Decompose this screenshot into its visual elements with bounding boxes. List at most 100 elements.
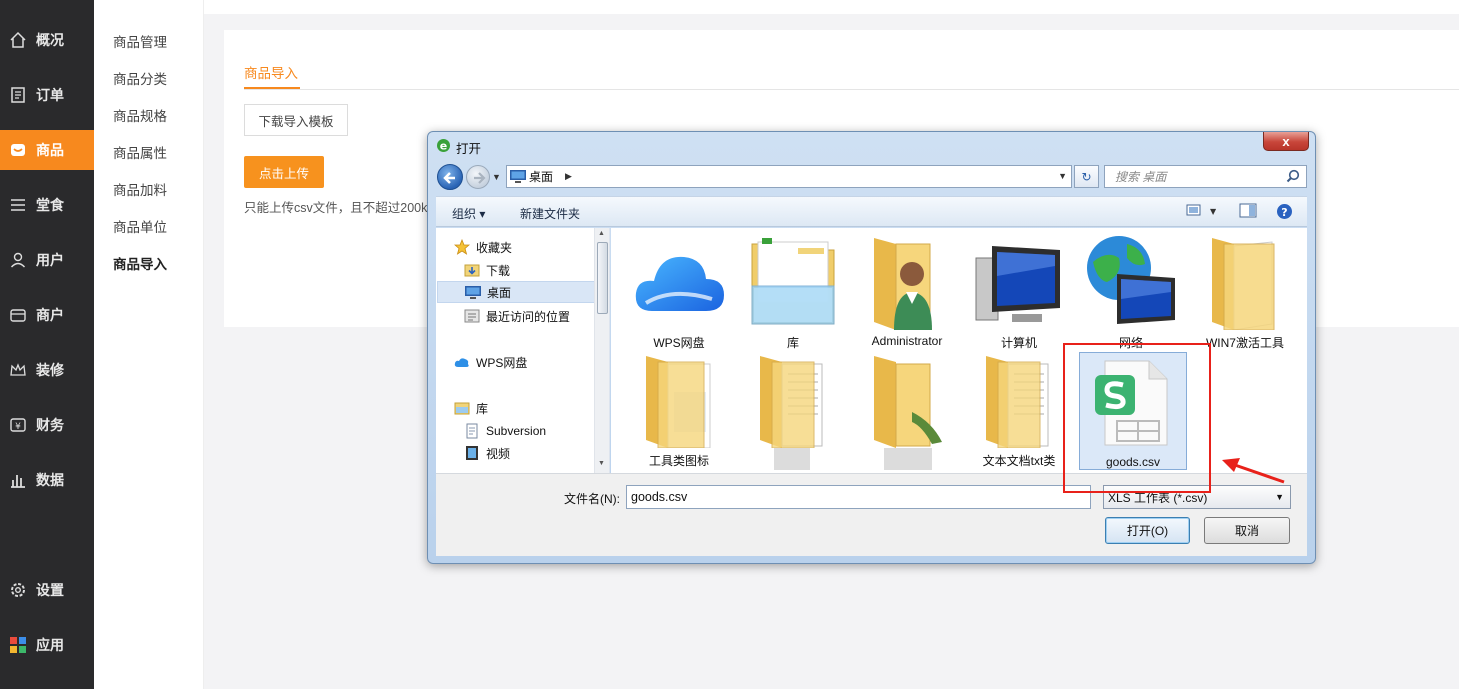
scrollbar-thumb[interactable] — [597, 242, 608, 314]
ie-icon: e — [436, 138, 451, 153]
svg-text:?: ? — [1281, 206, 1287, 219]
close-button[interactable]: x — [1263, 132, 1309, 151]
file-item[interactable]: 库 — [739, 232, 847, 351]
file-item[interactable]: WIN7激活工具 — [1191, 232, 1299, 351]
file-item[interactable]: 计算机 — [965, 232, 1073, 351]
sidebar-item-finance[interactable]: ¥ 财务 — [0, 405, 94, 445]
nav-scrollbar[interactable]: ▲ ▼ — [594, 228, 609, 473]
nav-item-desktop[interactable]: 桌面 — [437, 281, 595, 303]
file-item[interactable] — [853, 350, 961, 452]
user-folder-icon — [857, 232, 957, 332]
nav-item-favorites[interactable]: 收藏夹 — [454, 236, 609, 258]
folder-icon — [969, 350, 1069, 450]
subnav-item-goods-import[interactable]: 商品导入 — [113, 253, 167, 273]
subnav-item-goods-management[interactable]: 商品管理 — [113, 31, 167, 51]
svg-text:e: e — [440, 140, 447, 153]
sidebar-item-users[interactable]: 用户 — [0, 240, 94, 280]
cancel-button[interactable]: 取消 — [1204, 517, 1290, 544]
nav-item-subversion[interactable]: Subversion — [464, 420, 609, 442]
open-button[interactable]: 打开(O) — [1105, 517, 1190, 544]
nav-item-wps-cloud[interactable]: WPS网盘 — [454, 351, 609, 373]
redacted-label — [774, 448, 810, 470]
folder-icon — [857, 350, 957, 450]
new-folder-button[interactable]: 新建文件夹 — [520, 205, 580, 222]
file-item[interactable]: 工具类图标 — [625, 350, 733, 469]
nav-item-videos[interactable]: 视频 — [464, 442, 609, 464]
file-item[interactable] — [739, 350, 847, 452]
history-dropdown-icon[interactable]: ▼ — [492, 172, 501, 182]
highlight-box — [1063, 343, 1211, 493]
organize-button[interactable]: 组织 ▾ — [452, 205, 485, 222]
redacted-label — [884, 448, 932, 470]
user-icon — [9, 251, 27, 269]
subnav-item-goods-unit[interactable]: 商品单位 — [113, 216, 167, 236]
sidebar-item-apps[interactable]: 应用 — [0, 625, 94, 665]
sidebar-item-orders[interactable]: 订单 — [0, 75, 94, 115]
breadcrumb-desktop[interactable]: 桌面 — [529, 168, 553, 185]
sidebar-item-dine-in[interactable]: 堂食 — [0, 185, 94, 225]
main-sidebar: 概况 订单 商品 堂食 用户 商户 装修 ¥ 财务 数据 设置 应用 — [0, 0, 94, 689]
help-icon[interactable]: ? — [1276, 203, 1293, 223]
search-placeholder: 搜索 桌面 — [1115, 170, 1167, 184]
upload-button[interactable]: 点击上传 — [244, 156, 324, 188]
merchant-icon — [9, 306, 27, 324]
sidebar-item-goods[interactable]: 商品 — [0, 130, 94, 170]
apps-icon — [9, 636, 27, 654]
network-icon — [1081, 232, 1181, 332]
chevron-right-icon[interactable]: ▶ — [565, 171, 572, 182]
back-arrow-icon — [443, 172, 455, 184]
search-input[interactable]: 搜索 桌面 — [1104, 165, 1307, 188]
subnav-item-goods-category[interactable]: 商品分类 — [113, 68, 167, 88]
scroll-down-icon[interactable]: ▼ — [598, 460, 605, 467]
cloud-icon — [454, 354, 470, 370]
top-bar — [204, 0, 1459, 14]
chevron-down-icon[interactable]: ▼ — [1058, 171, 1067, 181]
file-item[interactable]: WPS网盘 — [625, 232, 733, 351]
nav-item-recent-places[interactable]: 最近访问的位置 — [464, 305, 609, 327]
download-folder-icon — [464, 262, 480, 278]
view-options-icon[interactable]: ▼ — [1186, 203, 1217, 222]
video-icon — [464, 445, 480, 461]
filename-input[interactable]: goods.csv — [626, 485, 1091, 509]
folder-icon — [629, 350, 729, 450]
svg-text:▼: ▼ — [1210, 207, 1216, 216]
nav-item-library[interactable]: 库 — [454, 397, 609, 419]
folder-icon — [1195, 232, 1295, 332]
filename-label: 文件名(N): — [564, 492, 620, 506]
dialog-toolbar: 组织 ▾ 新建文件夹 ▼ ? — [436, 196, 1307, 227]
nav-item-downloads[interactable]: 下载 — [464, 259, 609, 281]
search-icon[interactable] — [1286, 169, 1300, 183]
order-icon — [9, 86, 27, 104]
desktop-icon — [510, 170, 526, 183]
sidebar-item-data[interactable]: 数据 — [0, 460, 94, 500]
computer-icon — [969, 232, 1069, 332]
address-bar[interactable]: 桌面 ▶ ▼ — [506, 165, 1072, 188]
sidebar-item-overview[interactable]: 概况 — [0, 20, 94, 60]
tab-goods-import[interactable]: 商品导入 — [244, 62, 298, 82]
subnav-item-goods-spec[interactable]: 商品规格 — [113, 105, 167, 125]
goods-icon — [9, 141, 27, 159]
back-button[interactable] — [437, 164, 463, 190]
chevron-down-icon: ▼ — [1275, 492, 1284, 502]
forward-button[interactable] — [466, 165, 490, 189]
crown-icon — [9, 361, 27, 379]
folder-icon — [743, 350, 843, 450]
preview-pane-icon[interactable] — [1239, 203, 1257, 222]
file-item[interactable]: 文本文档txt类 — [965, 350, 1073, 469]
sidebar-item-decoration[interactable]: 装修 — [0, 350, 94, 390]
scroll-up-icon[interactable]: ▲ — [598, 230, 605, 237]
goods-subnav: 商品管理 商品分类 商品规格 商品属性 商品加料 商品单位 商品导入 — [94, 0, 204, 689]
library-icon — [454, 400, 470, 416]
home-icon — [9, 31, 27, 49]
subnav-item-goods-addon[interactable]: 商品加料 — [113, 179, 167, 199]
library-folder-icon — [743, 232, 843, 332]
file-item[interactable]: Administrator — [853, 232, 961, 348]
dialog-title: 打开 — [456, 142, 482, 156]
download-template-button[interactable]: 下载导入模板 — [244, 104, 348, 136]
subnav-item-goods-attribute[interactable]: 商品属性 — [113, 142, 167, 162]
sidebar-item-merchants[interactable]: 商户 — [0, 295, 94, 335]
red-arrow-icon — [1222, 458, 1285, 484]
sidebar-item-settings[interactable]: 设置 — [0, 570, 94, 610]
refresh-button[interactable]: ↻ — [1074, 165, 1099, 188]
file-item[interactable]: 网络 — [1077, 232, 1185, 351]
